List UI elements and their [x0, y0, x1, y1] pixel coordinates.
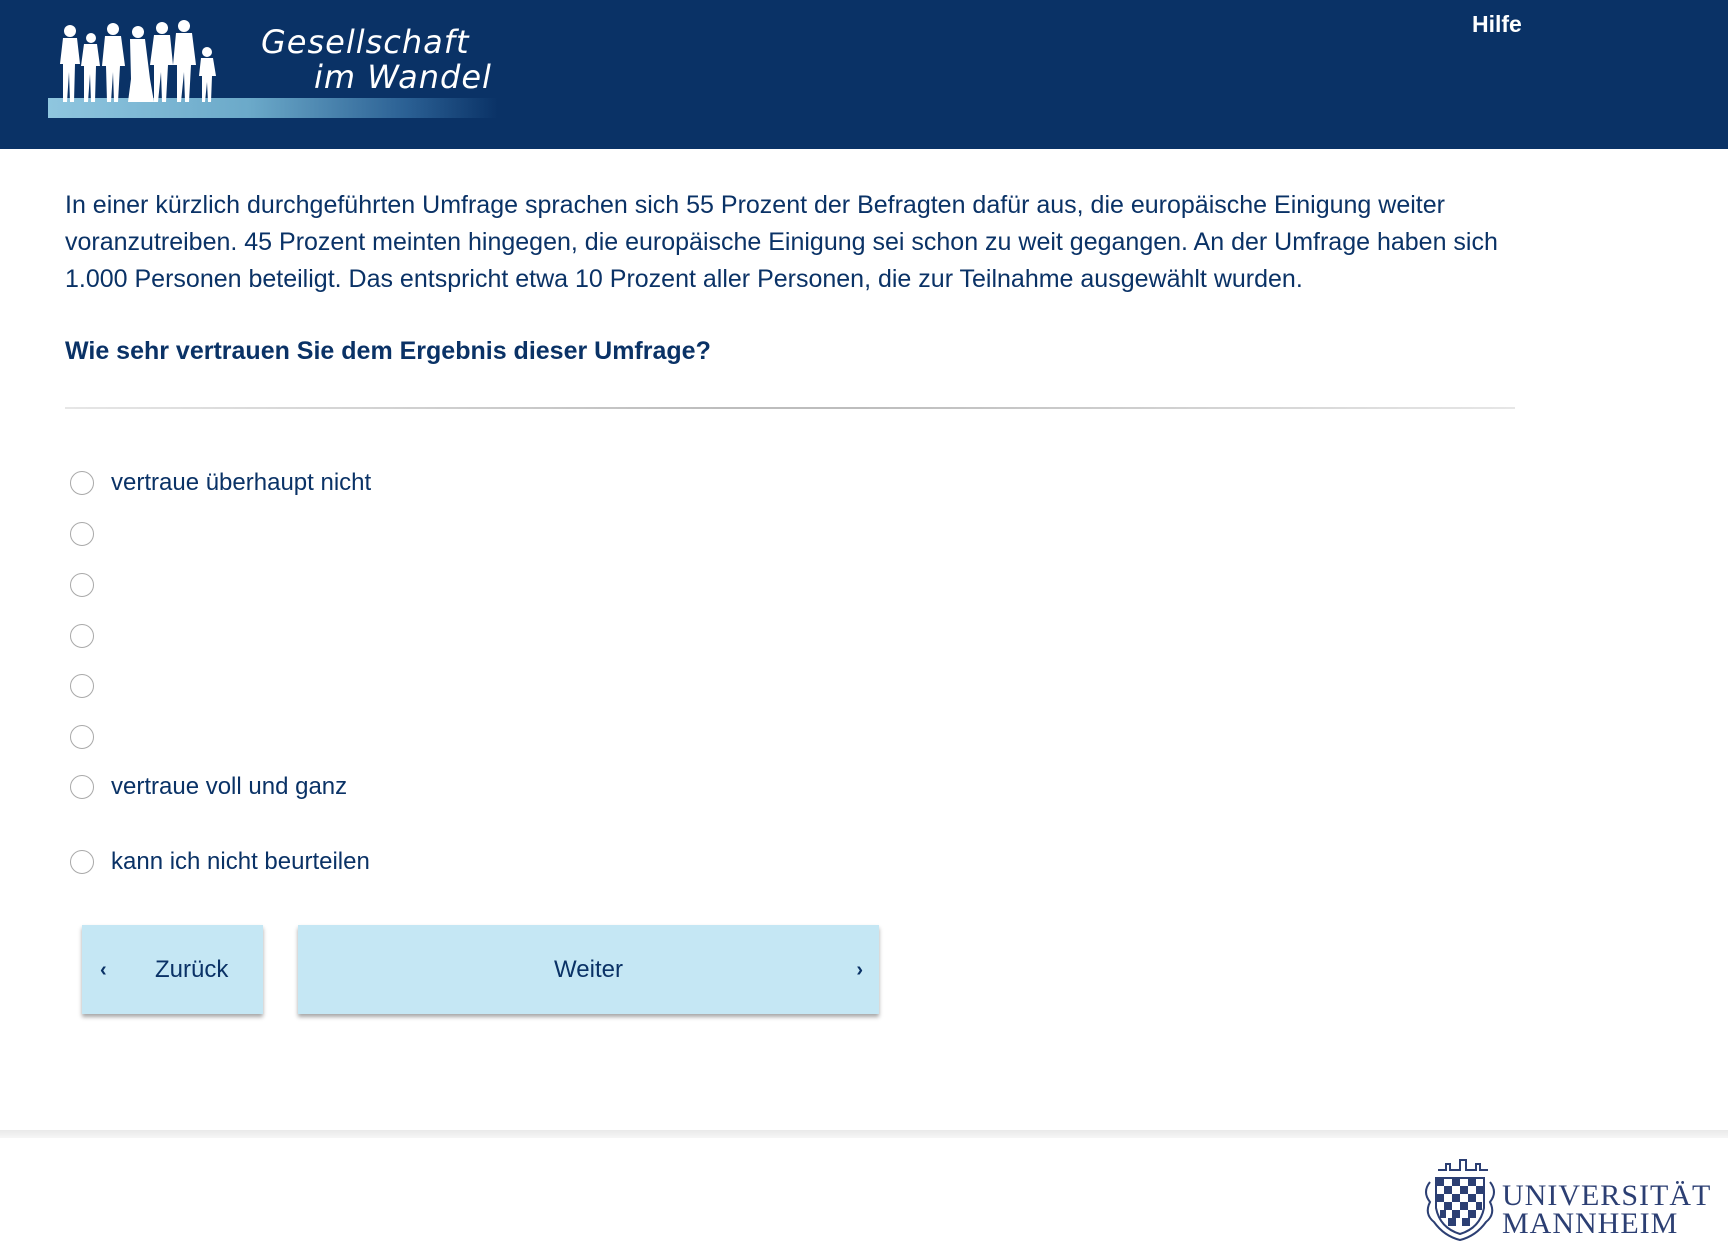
radio-button[interactable]: [70, 775, 94, 799]
option-row-3[interactable]: [70, 570, 111, 600]
option-label: vertraue überhaupt nicht: [111, 469, 372, 496]
option-row-4[interactable]: [70, 621, 111, 651]
question-intro-text: In einer kürzlich durchgeführten Umfrage…: [65, 191, 1498, 293]
gesellschaft-im-wandel-logo[interactable]: Gesellschaft im Wandel: [44, 8, 498, 120]
logo-title-line1: Gesellschaft: [261, 23, 470, 61]
option-row-6[interactable]: [70, 722, 111, 752]
option-row-1[interactable]: vertraue überhaupt nicht: [70, 468, 371, 498]
chevron-left-icon: ‹: [100, 959, 107, 981]
radio-button[interactable]: [70, 471, 94, 495]
option-row-2[interactable]: [70, 519, 111, 549]
help-link[interactable]: Hilfe: [1472, 11, 1522, 38]
back-button[interactable]: ‹ Zurück: [82, 925, 263, 1014]
option-row-7[interactable]: vertraue voll und ganz: [70, 772, 347, 802]
mannheim-crest-icon: [1425, 1159, 1495, 1242]
option-row-dont-know[interactable]: kann ich nicht beurteilen: [70, 847, 370, 877]
universitaet-mannheim-logo: UNIVERSITÄT MANNHEIM: [1420, 1156, 1720, 1242]
next-button-label: Weiter: [554, 956, 623, 983]
radio-button[interactable]: [70, 624, 94, 648]
option-row-5[interactable]: [70, 671, 111, 701]
radio-button[interactable]: [70, 674, 94, 698]
next-button[interactable]: Weiter ›: [298, 925, 879, 1014]
footer-divider: [0, 1130, 1728, 1138]
header-bar: Gesellschaft im Wandel Hilfe: [0, 0, 1728, 149]
radio-button[interactable]: [70, 573, 94, 597]
radio-button[interactable]: [70, 522, 94, 546]
radio-button[interactable]: [70, 850, 94, 874]
people-silhouettes-icon: [60, 20, 216, 102]
option-label: vertraue voll und ganz: [111, 773, 348, 800]
divider: [65, 407, 1515, 409]
back-button-label: Zurück: [155, 956, 229, 983]
option-label: kann ich nicht beurteilen: [111, 848, 370, 875]
university-name-line2: MANNHEIM: [1502, 1207, 1679, 1240]
logo-title-line2: im Wandel: [314, 58, 492, 96]
question-title: Wie sehr vertrauen Sie dem Ergebnis dies…: [65, 337, 711, 365]
chevron-right-icon: ›: [856, 959, 863, 981]
radio-button[interactable]: [70, 725, 94, 749]
